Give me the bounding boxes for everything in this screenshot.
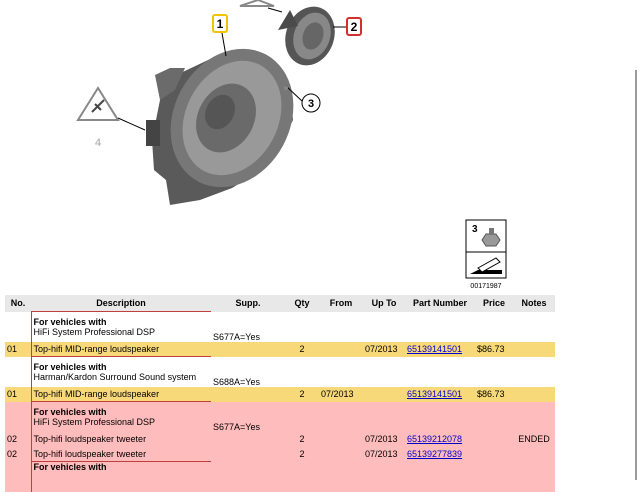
condition-description: For vehicles with Harman/Kardon Surround… <box>30 356 211 387</box>
callout-3[interactable]: 3 <box>301 93 321 113</box>
part-number-link[interactable]: 65139141501 <box>407 344 462 354</box>
col-header-price: Price <box>475 295 513 312</box>
col-header-upto: Up To <box>363 295 405 312</box>
callout-4: 4 <box>95 137 102 149</box>
warning-triangle-icon <box>239 0 275 7</box>
svg-text:1: 1 <box>217 17 224 31</box>
part-number-link[interactable]: 65139277839 <box>407 449 462 459</box>
col-header-supp: Supp. <box>211 295 285 312</box>
condition-row: For vehicles with HiFi System Profession… <box>5 311 555 342</box>
inset-box[interactable]: 3 00171987 <box>465 219 507 290</box>
col-header-from: From <box>319 295 363 312</box>
part-number-link[interactable]: 65139212078 <box>407 434 462 444</box>
col-header-no: No. <box>5 295 31 312</box>
parts-table: No. Description Supp. Qty From Up To Par… <box>5 295 555 492</box>
callout-2[interactable]: 2 <box>346 17 362 36</box>
table-header-row: No. Description Supp. Qty From Up To Par… <box>5 295 555 312</box>
table-row[interactable]: 01 Top-hifi MID-range loudspeaker 2 07/2… <box>5 341 555 357</box>
col-header-qty: Qty <box>285 295 319 312</box>
supp-cell: S677A=Yes <box>211 401 285 432</box>
table-row[interactable]: 02 Top-hifi loudspeaker tweeter 2 07/201… <box>5 431 555 447</box>
supp-cell: S677A=Yes <box>211 311 285 342</box>
inset-image-id: 00171987 <box>470 283 501 290</box>
svg-text:4: 4 <box>95 137 102 149</box>
condition-description: For vehicles with HiFi System Profession… <box>30 311 211 342</box>
condition-row: For vehicles with HiFi System Profession… <box>5 401 555 432</box>
svg-text:3: 3 <box>308 98 314 110</box>
status-ended: ENDED <box>513 431 555 447</box>
callout-1[interactable]: 1 <box>212 14 228 33</box>
speaker-tweeter-image[interactable] <box>277 0 343 72</box>
warning-triangle-icon <box>76 86 120 121</box>
parts-diagram: 1 2 3 4 3 00171987 <box>76 0 507 290</box>
col-header-description: Description <box>31 295 211 312</box>
svg-text:3: 3 <box>472 224 478 235</box>
condition-row: For vehicles with <box>5 461 555 492</box>
col-header-notes: Notes <box>513 295 555 312</box>
svg-text:2: 2 <box>351 20 358 34</box>
supp-cell: S688A=Yes <box>211 356 285 387</box>
condition-row: For vehicles with Harman/Kardon Surround… <box>5 356 555 387</box>
col-header-part-number: Part Number <box>405 295 475 312</box>
condition-description: For vehicles with HiFi System Profession… <box>30 401 211 432</box>
scrollbar[interactable] <box>635 70 637 480</box>
part-number-link[interactable]: 65139141501 <box>407 389 462 399</box>
table-row[interactable]: 01 Top-hifi MID-range loudspeaker 2 07/2… <box>5 386 555 402</box>
condition-description: For vehicles with <box>30 461 211 492</box>
table-row[interactable]: 02 Top-hifi loudspeaker tweeter 2 07/201… <box>5 446 555 462</box>
